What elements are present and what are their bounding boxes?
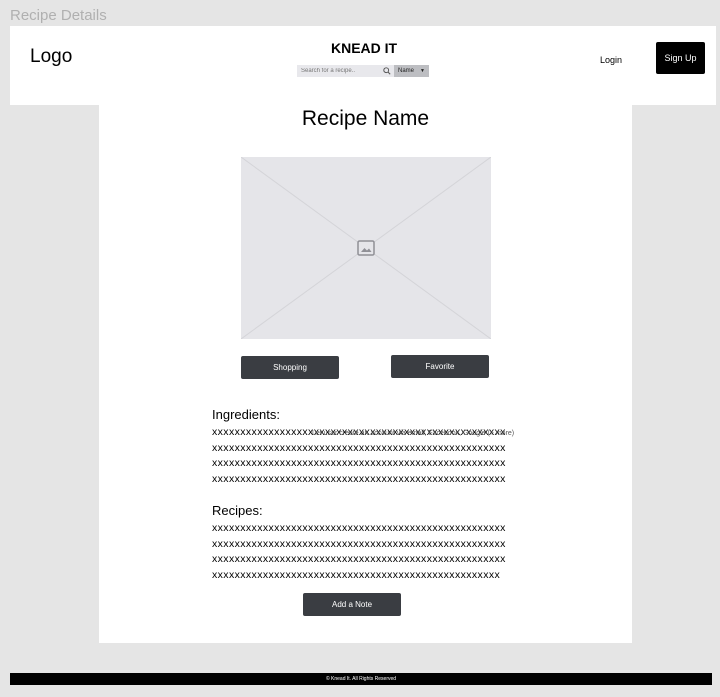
recipe-line: xxxxxxxxxxxxxxxxxxxxxxxxxxxxxxxxxxxxxxxx… [212, 553, 506, 565]
add-note-button[interactable]: Add a Note [303, 593, 401, 616]
signup-button[interactable]: Sign Up [656, 42, 705, 74]
image-icon [357, 240, 375, 256]
recipe-name: Recipe Name [301, 107, 430, 130]
footer-copyright: © Knead It. All Rights Reserved [10, 673, 712, 685]
recipes-section: Recipes: xxxxxxxxxxxxxxxxxxxxxxxxxxxxxxx… [212, 503, 506, 583]
logo[interactable]: Logo [30, 46, 72, 68]
recipe-line: xxxxxxxxxxxxxxxxxxxxxxxxxxxxxxxxxxxxxxxx… [212, 568, 501, 581]
frame-title: Recipe Details [10, 7, 107, 24]
recipes-heading: Recipes: [212, 503, 263, 518]
search-box [297, 65, 394, 77]
recipe-line: xxxxxxxxxxxxxxxxxxxxxxxxxxxxxxxxxxxxxxxx… [212, 537, 506, 550]
favorite-button[interactable]: Favorite [391, 355, 489, 378]
search-icon[interactable] [383, 67, 391, 75]
brand-title: KNEAD IT [331, 40, 398, 56]
ingredient-line: xxxxxxxxxxxxxxxxxxxxxxxxxxxxxxxxxxxxxxxx… [212, 441, 506, 454]
shopping-button[interactable]: Shopping [241, 356, 339, 379]
search-filter-value: Name [398, 68, 415, 74]
recipe-image-placeholder [241, 157, 491, 339]
login-link[interactable]: Login [600, 55, 622, 65]
recipe-card: Recipe Name Shopping Favorite Ingredient… [99, 105, 632, 643]
ingredients-section: Ingredients: xxxxxxxxxxxxxxxxxxxxxxxxxxx… [212, 407, 506, 487]
search-filter-select[interactable]: Name ▼ [394, 65, 429, 77]
ingredients-heading: Ingredients: [212, 407, 280, 422]
overlay-note: Let user create an account via email, Fa… [312, 430, 515, 437]
site-header: Logo KNEAD IT Name ▼ Login Sign Up [10, 26, 716, 105]
ingredient-line: xxxxxxxxxxxxxxxxxxxxxxxxxxxxxxxxxxxxxxxx… [212, 472, 506, 485]
search-bar: Name ▼ [297, 65, 429, 77]
chevron-down-icon: ▼ [420, 68, 425, 74]
ingredient-line: xxxxxxxxxxxxxxxxxxxxxxxxxxxxxxxxxxxxxxxx… [212, 457, 506, 469]
recipe-line: xxxxxxxxxxxxxxxxxxxxxxxxxxxxxxxxxxxxxxxx… [212, 522, 506, 534]
search-input[interactable] [297, 65, 383, 77]
